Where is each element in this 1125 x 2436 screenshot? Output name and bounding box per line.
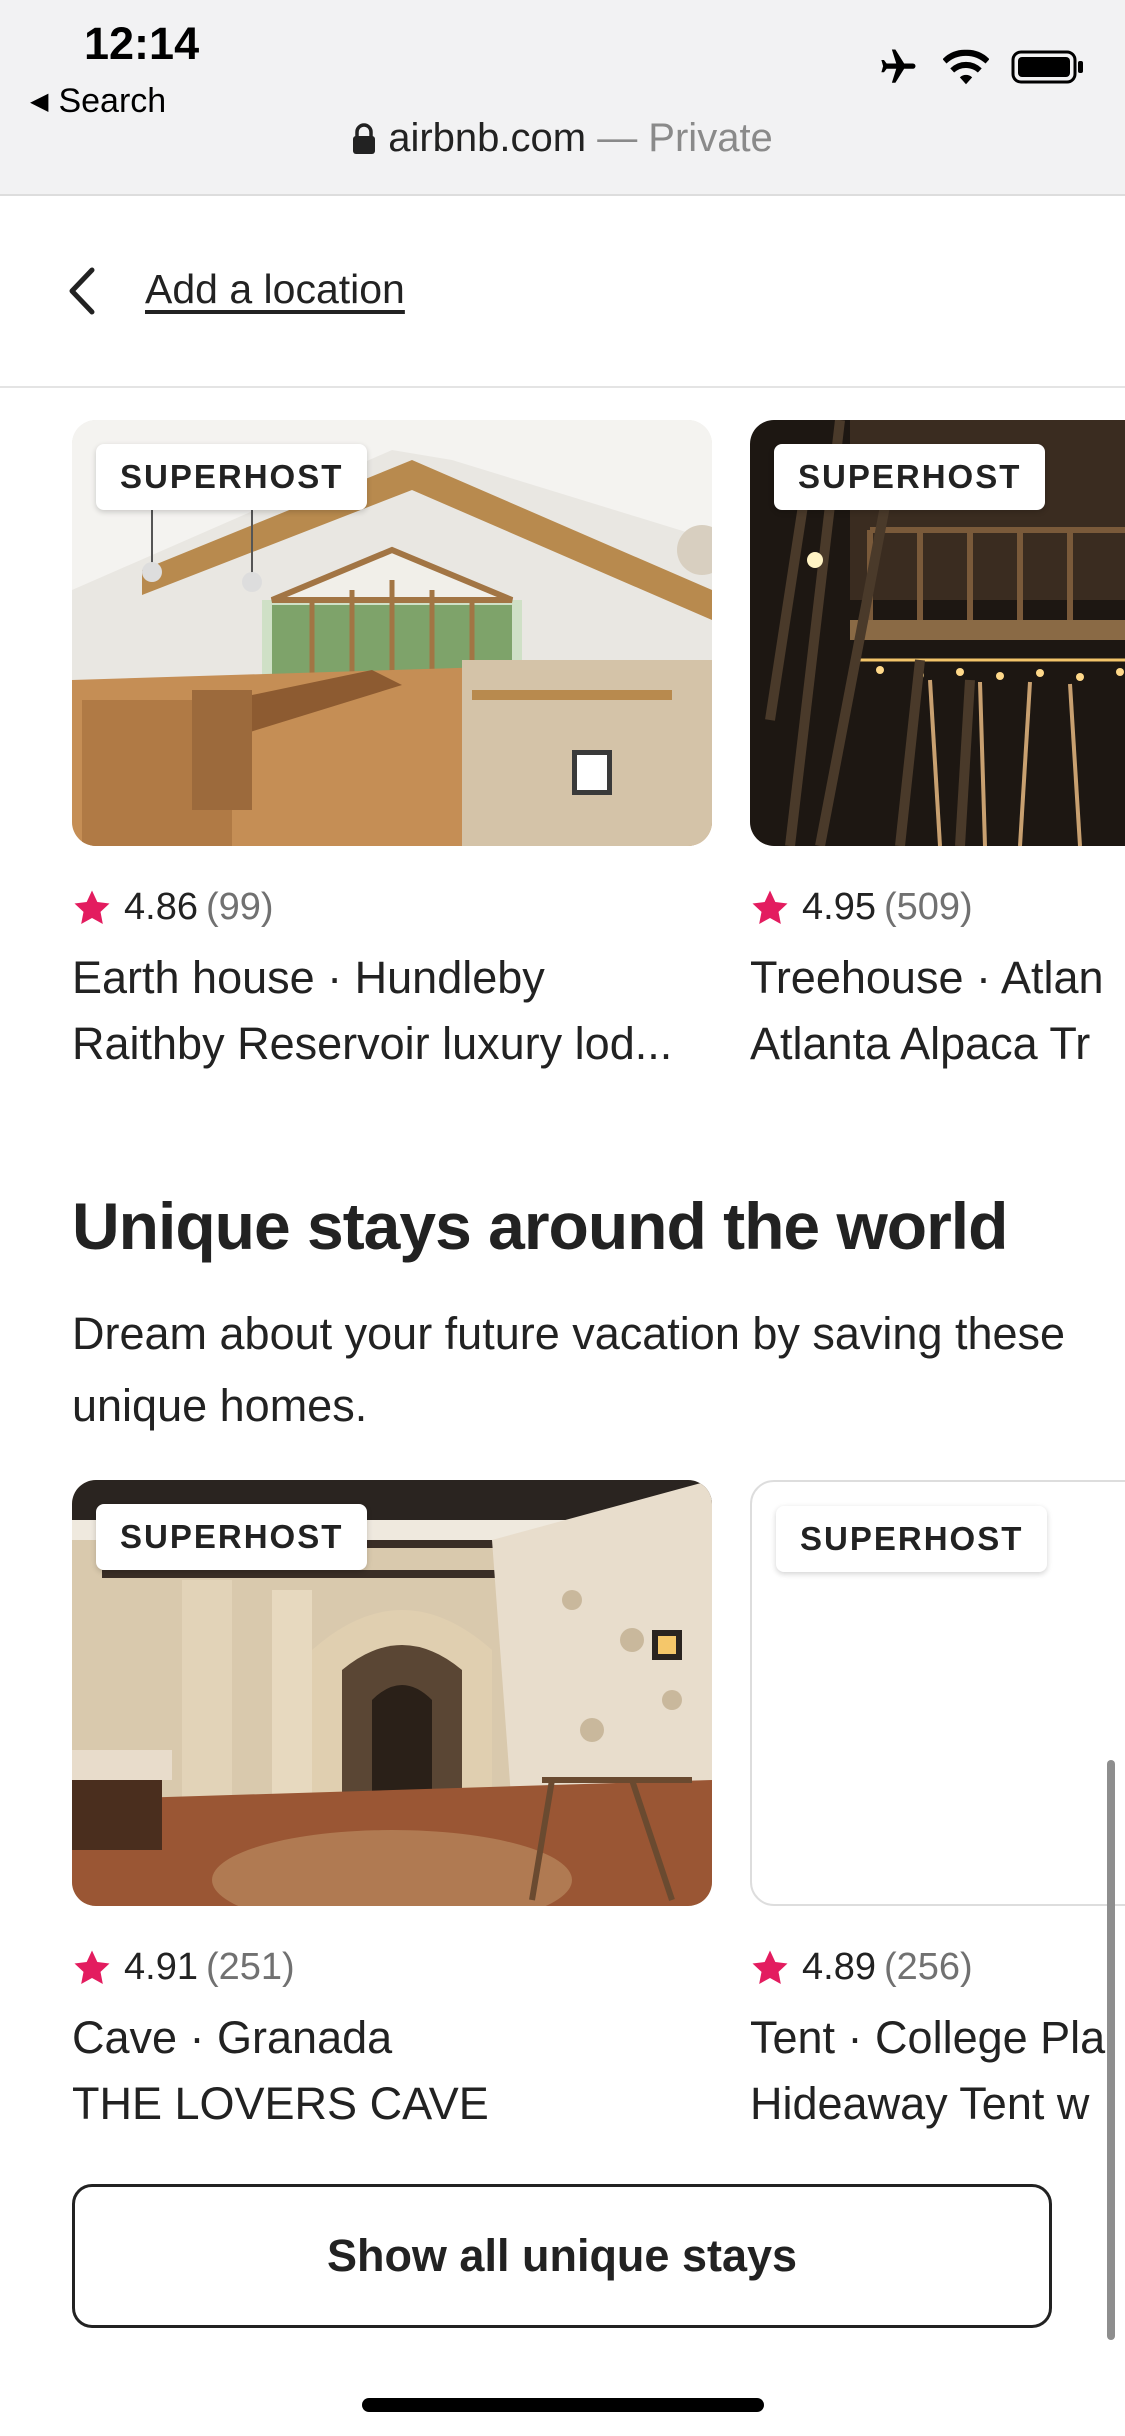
back-triangle-icon: ◀	[30, 88, 49, 115]
clock-time: 12:14	[84, 18, 200, 69]
listing-type-location: Cave · Granada	[72, 2012, 393, 2063]
review-count: (256)	[883, 1946, 973, 1988]
superhost-badge: SUPERHOST	[774, 444, 1046, 510]
rating-value: 4.91	[124, 1946, 198, 1988]
back-app-label: Search	[58, 82, 167, 120]
listing-type-location: Treehouse · Atlan	[750, 952, 1104, 1003]
browser-status-bar: 12:14 ◀ Search airbnb.com — Private	[0, 0, 1125, 196]
back-chevron-icon[interactable]	[62, 264, 102, 318]
listing-photo-cave[interactable]: SUPERHOST	[72, 1480, 712, 1906]
status-icons	[875, 46, 1085, 88]
rating-value: 4.95	[802, 886, 876, 928]
star-icon	[752, 890, 788, 924]
listing-type-location: Earth house · Hundleby	[72, 952, 545, 1003]
review-count: (99)	[205, 886, 274, 928]
listing-type-location: Tent · College Pla	[750, 2012, 1106, 2063]
star-icon	[752, 1950, 788, 1984]
listing-rating: 4.89 (256)	[750, 1946, 973, 1989]
superhost-badge: SUPERHOST	[96, 444, 368, 510]
star-icon	[74, 1950, 110, 1984]
listing-card[interactable]: SUPERHOST 4.86 (99) Earth house · Hundle…	[72, 420, 712, 1069]
airplane-icon	[881, 49, 916, 83]
rating-value: 4.89	[802, 1946, 876, 1988]
url-bar[interactable]: airbnb.com — Private	[0, 116, 1125, 161]
superhost-badge: SUPERHOST	[96, 1504, 368, 1570]
listing-title: Hideaway Tent w	[750, 2078, 1090, 2129]
section-subtitle: Dream about your future vacation by savi…	[72, 1308, 1066, 1431]
listing-photo-treehouse[interactable]: SUPERHOST	[750, 420, 1125, 846]
home-indicator[interactable]	[362, 2398, 764, 2412]
listing-title: Atlanta Alpaca Tr	[750, 1018, 1091, 1069]
listing-carousel-unique[interactable]: SUPERHOST 4.91 (251) Cave · Granada THE …	[0, 1480, 1125, 2160]
listing-carousel-top[interactable]: SUPERHOST 4.86 (99) Earth house · Hundle…	[0, 420, 1125, 1100]
star-icon	[74, 890, 110, 924]
private-label: — Private	[586, 116, 773, 160]
listing-rating: 4.91 (251)	[72, 1946, 295, 1989]
listing-card[interactable]: SUPERHOST 4.89 (256) Tent · College Pla …	[750, 1480, 1125, 2129]
listing-title: Raithby Reservoir luxury lod...	[72, 1018, 673, 1069]
section-title: Unique stays around the world	[72, 1189, 1008, 1263]
review-count: (509)	[883, 886, 973, 928]
listing-rating: 4.95 (509)	[750, 886, 973, 929]
add-location-link[interactable]: Add a location	[145, 266, 405, 313]
page-scrollbar[interactable]	[1107, 1760, 1115, 2340]
top-navigation: Add a location	[0, 198, 1125, 388]
review-count: (251)	[205, 1946, 295, 1988]
url-text: airbnb.com	[388, 116, 587, 160]
lock-icon	[353, 123, 376, 154]
rating-value: 4.86	[124, 886, 198, 928]
listing-photo-earth-house[interactable]: SUPERHOST	[72, 420, 712, 846]
listing-card[interactable]: SUPERHOST 4.91 (251) Cave · Granada THE …	[72, 1480, 712, 2129]
listing-card[interactable]: SUPERHOST 4.95 (509) Treehouse · Atlan A…	[750, 420, 1125, 1069]
battery-icon	[1011, 50, 1083, 84]
listing-rating: 4.86 (99)	[72, 886, 274, 929]
superhost-badge: SUPERHOST	[776, 1506, 1048, 1572]
show-all-unique-stays-button[interactable]: Show all unique stays	[72, 2184, 1052, 2328]
listing-title: THE LOVERS CAVE	[72, 2078, 489, 2129]
listing-photo-tent-loading[interactable]: SUPERHOST	[750, 1480, 1125, 1906]
wifi-icon	[943, 49, 989, 85]
